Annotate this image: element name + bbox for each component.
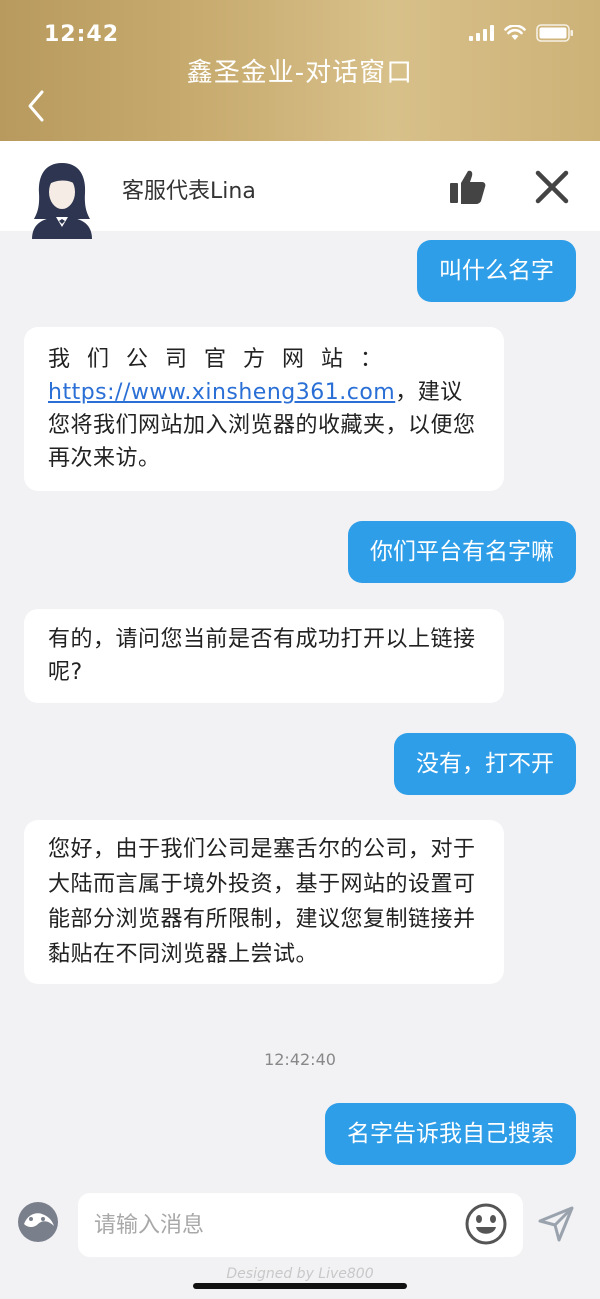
user-message: 名字告诉我自己搜索 <box>325 1103 576 1165</box>
status-time: 12:42 <box>44 22 120 47</box>
smiley-icon <box>465 1203 507 1245</box>
website-link[interactable]: https://www.xinsheng361.com <box>48 380 395 405</box>
message-timestamp: 12:42:40 <box>264 1050 336 1069</box>
user-message: 你们平台有名字嘛 <box>348 521 576 583</box>
agent-message: 我们公司官方网站：https://www.xinsheng361.com，建议您… <box>24 327 504 491</box>
thumbs-up-button[interactable] <box>448 167 488 207</box>
agent-bar: 客服代表Lina <box>0 141 600 239</box>
agent-message: 有的，请问您当前是否有成功打开以上链接呢? <box>24 609 504 703</box>
back-button[interactable] <box>22 88 52 124</box>
face-button[interactable] <box>16 1200 60 1244</box>
close-button[interactable] <box>534 169 570 205</box>
agent-name: 客服代表Lina <box>122 179 256 204</box>
user-message: 没有，打不开 <box>394 733 576 795</box>
status-icons <box>469 24 574 42</box>
status-bar: 12:42 <box>0 0 600 60</box>
app-header: 12:42 鑫圣金业-对话窗口 <box>0 0 600 141</box>
home-indicator[interactable] <box>193 1283 407 1289</box>
message-input[interactable] <box>78 1193 523 1257</box>
wifi-icon <box>504 25 526 41</box>
message-text: 我们公司官方网站： <box>48 347 400 372</box>
signal-icon <box>469 25 494 41</box>
page-title: 鑫圣金业-对话窗口 <box>186 58 414 88</box>
emoji-button[interactable] <box>464 1202 508 1246</box>
thumbs-up-icon <box>450 170 486 204</box>
send-button[interactable] <box>536 1204 576 1244</box>
battery-icon <box>536 24 574 42</box>
agent-message: 您好，由于我们公司是塞舌尔的公司，对于大陆而言属于境外投资，基于网站的设置可能部… <box>24 820 504 984</box>
footer-brand: Designed by Live800 <box>226 1266 374 1282</box>
avatar <box>28 159 96 239</box>
close-icon <box>535 170 569 204</box>
send-icon <box>538 1206 574 1242</box>
user-message: 叫什么名字 <box>417 240 576 302</box>
smiley-face-icon <box>18 1202 58 1242</box>
chevron-left-icon <box>28 90 44 122</box>
